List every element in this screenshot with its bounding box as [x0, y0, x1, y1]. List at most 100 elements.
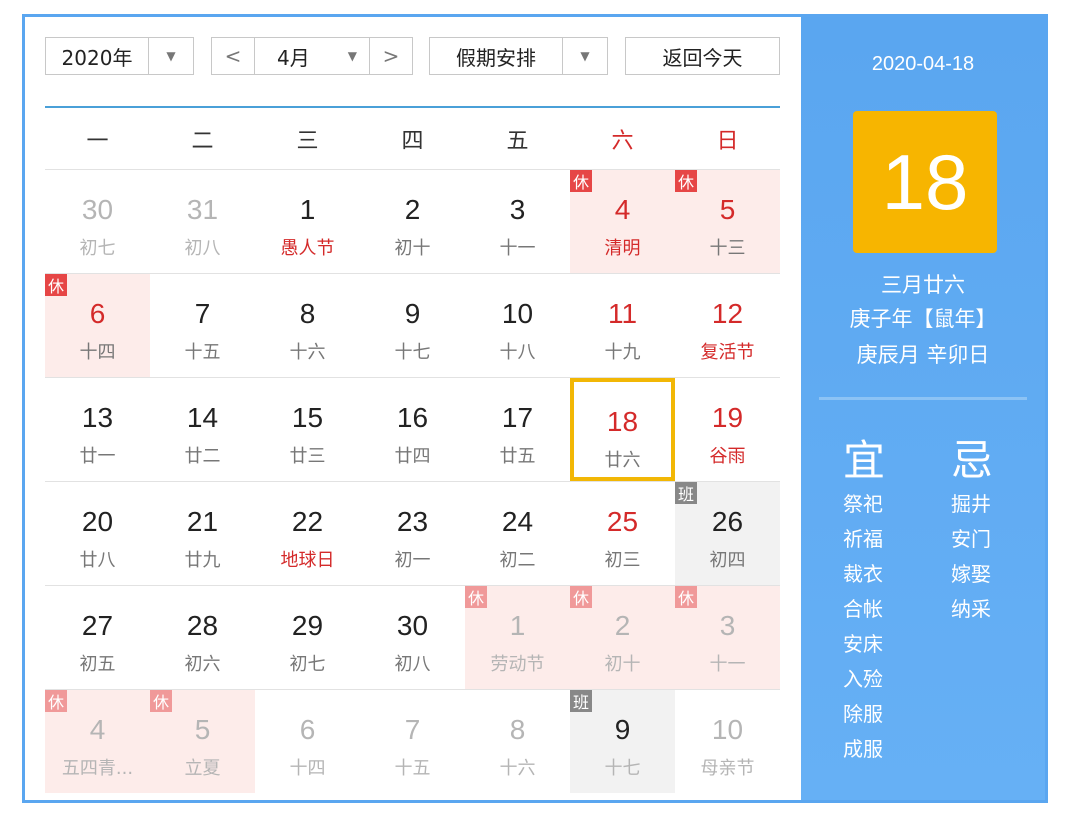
- day-cell[interactable]: 班 9 十七: [570, 690, 675, 793]
- month-select[interactable]: 4月 ▼: [254, 37, 370, 75]
- day-cell[interactable]: 休 2 初十: [570, 586, 675, 689]
- day-cell[interactable]: 6 十四: [255, 690, 360, 793]
- day-cell[interactable]: 8 十六: [465, 690, 570, 793]
- selected-date: 2020-04-18: [871, 53, 975, 75]
- day-cell[interactable]: 休 1 劳动节: [465, 586, 570, 689]
- panel-divider: [819, 397, 1027, 400]
- weekday-label: 一: [86, 129, 109, 154]
- day-cell[interactable]: 休 4 清明: [570, 170, 675, 273]
- day-detail-panel: 2020-04-18 18 三月廿六 庚子年【鼠年】 庚辰月 辛卯日 宜 忌 祭…: [801, 17, 1045, 800]
- day-cell[interactable]: 8 十六: [255, 274, 360, 377]
- day-cell[interactable]: 30 初七: [45, 170, 150, 273]
- day-number: 11: [607, 298, 638, 329]
- day-number: 3: [719, 610, 736, 641]
- lunar-label: 十五: [394, 758, 431, 779]
- day-cell[interactable]: 2 初十: [360, 170, 465, 273]
- day-cell[interactable]: 9 十七: [360, 274, 465, 377]
- day-cell[interactable]: 休 5 十三: [675, 170, 780, 273]
- day-cell[interactable]: 休 4 五四青...: [45, 690, 150, 793]
- day-number: 27: [81, 610, 114, 641]
- day-cell[interactable]: 休 5 立夏: [150, 690, 255, 793]
- day-cell[interactable]: 16 廿四: [360, 378, 465, 481]
- day-cell[interactable]: 25 初三: [570, 482, 675, 585]
- day-cell[interactable]: 11 十九: [570, 274, 675, 377]
- day-cell[interactable]: 20 廿八: [45, 482, 150, 585]
- lunar-label: 廿三: [289, 446, 326, 467]
- prev-month-button[interactable]: <: [211, 37, 255, 75]
- holiday-badge: 休: [570, 170, 592, 192]
- lunar-label: 初四: [709, 550, 746, 571]
- lunar-label: 十七: [604, 758, 641, 779]
- day-cell[interactable]: 17 廿五: [465, 378, 570, 481]
- lunar-label: 十一: [709, 654, 746, 675]
- calendar-widget: 2020年 ▼ < 4月 ▼ > 假期安排 ▼ 返回今天 一 二 三 四 五 六 日 30 初七…: [22, 14, 1048, 803]
- day-cell[interactable]: 休 3 十一: [675, 586, 780, 689]
- lunar-label: 十五: [184, 342, 221, 363]
- lunar-label: 立夏: [184, 758, 221, 779]
- day-number: 13: [81, 402, 114, 433]
- day-cell[interactable]: 休 6 十四: [45, 274, 150, 377]
- lunar-label: 初五: [79, 654, 116, 675]
- year-dropdown-button[interactable]: ▼: [148, 37, 194, 75]
- day-cell[interactable]: 31 初八: [150, 170, 255, 273]
- lunar-label: 初八: [394, 654, 431, 675]
- week-row: 30 初七 31 初八 1 愚人节 2 初十 3 十一休 4 清明休 5 十三: [45, 169, 780, 273]
- day-number: 29: [291, 610, 324, 641]
- lunar-label: 廿八: [79, 550, 116, 571]
- day-cell-today[interactable]: 18 廿六: [570, 378, 675, 481]
- day-cell[interactable]: 27 初五: [45, 586, 150, 689]
- lunar-label: 愚人节: [280, 238, 335, 259]
- lunar-label: 十四: [289, 758, 326, 779]
- toolbar-divider: [45, 106, 780, 108]
- day-number: 26: [711, 506, 744, 537]
- date-grid: 30 初七 31 初八 1 愚人节 2 初十 3 十一休 4 清明休 5 十三休 6 十四 7 十五 8 十六 9 十七 1…: [45, 169, 780, 797]
- day-number: 8: [299, 298, 316, 329]
- day-number: 7: [194, 298, 211, 329]
- holiday-dropdown-button[interactable]: ▼: [562, 37, 608, 75]
- year-select[interactable]: 2020年: [45, 37, 149, 75]
- lunar-label: 五四青...: [61, 758, 134, 779]
- month-label: 4月: [277, 45, 310, 70]
- day-number: 9: [614, 714, 631, 745]
- lunar-label: 十一: [499, 238, 536, 259]
- day-cell[interactable]: 21 廿九: [150, 482, 255, 585]
- day-cell[interactable]: 19 谷雨: [675, 378, 780, 481]
- lunar-label: 初六: [184, 654, 221, 675]
- ganzhi-year: 庚子年【鼠年】: [849, 307, 997, 331]
- day-number: 18: [606, 406, 639, 437]
- back-to-today-label: 返回今天: [662, 45, 743, 70]
- day-cell[interactable]: 7 十五: [360, 690, 465, 793]
- day-cell[interactable]: 29 初七: [255, 586, 360, 689]
- lunar-label: 十七: [394, 342, 431, 363]
- day-cell[interactable]: 24 初二: [465, 482, 570, 585]
- back-to-today-button[interactable]: 返回今天: [625, 37, 780, 75]
- day-number: 5: [719, 194, 736, 225]
- day-cell[interactable]: 13 廿一: [45, 378, 150, 481]
- day-cell[interactable]: 10 母亲节: [675, 690, 780, 793]
- day-number: 12: [711, 298, 744, 329]
- day-cell[interactable]: 7 十五: [150, 274, 255, 377]
- day-cell[interactable]: 23 初一: [360, 482, 465, 585]
- week-row: 20 廿八 21 廿九 22 地球日 23 初一 24 初二 25 初三 班 26 初四: [45, 481, 780, 585]
- day-cell[interactable]: 22 地球日: [255, 482, 360, 585]
- next-month-button[interactable]: >: [369, 37, 413, 75]
- day-cell[interactable]: 班 26 初四: [675, 482, 780, 585]
- day-number: 14: [186, 402, 219, 433]
- day-cell[interactable]: 28 初六: [150, 586, 255, 689]
- calendar-toolbar: 2020年 ▼ < 4月 ▼ > 假期安排 ▼ 返回今天: [45, 37, 780, 77]
- lunar-label: 谷雨: [709, 446, 746, 467]
- day-cell[interactable]: 15 廿三: [255, 378, 360, 481]
- day-number: 4: [89, 714, 106, 745]
- day-cell[interactable]: 12 复活节: [675, 274, 780, 377]
- day-cell[interactable]: 30 初八: [360, 586, 465, 689]
- holiday-select[interactable]: 假期安排: [429, 37, 563, 75]
- holiday-label: 假期安排: [456, 45, 536, 70]
- day-number: 30: [396, 610, 429, 641]
- day-cell[interactable]: 14 廿二: [150, 378, 255, 481]
- chevron-right-icon: >: [382, 44, 400, 68]
- day-cell[interactable]: 10 十八: [465, 274, 570, 377]
- day-cell[interactable]: 1 愚人节: [255, 170, 360, 273]
- yi-item: 除服: [843, 702, 883, 726]
- day-cell[interactable]: 3 十一: [465, 170, 570, 273]
- chevron-down-icon: ▼: [347, 49, 357, 63]
